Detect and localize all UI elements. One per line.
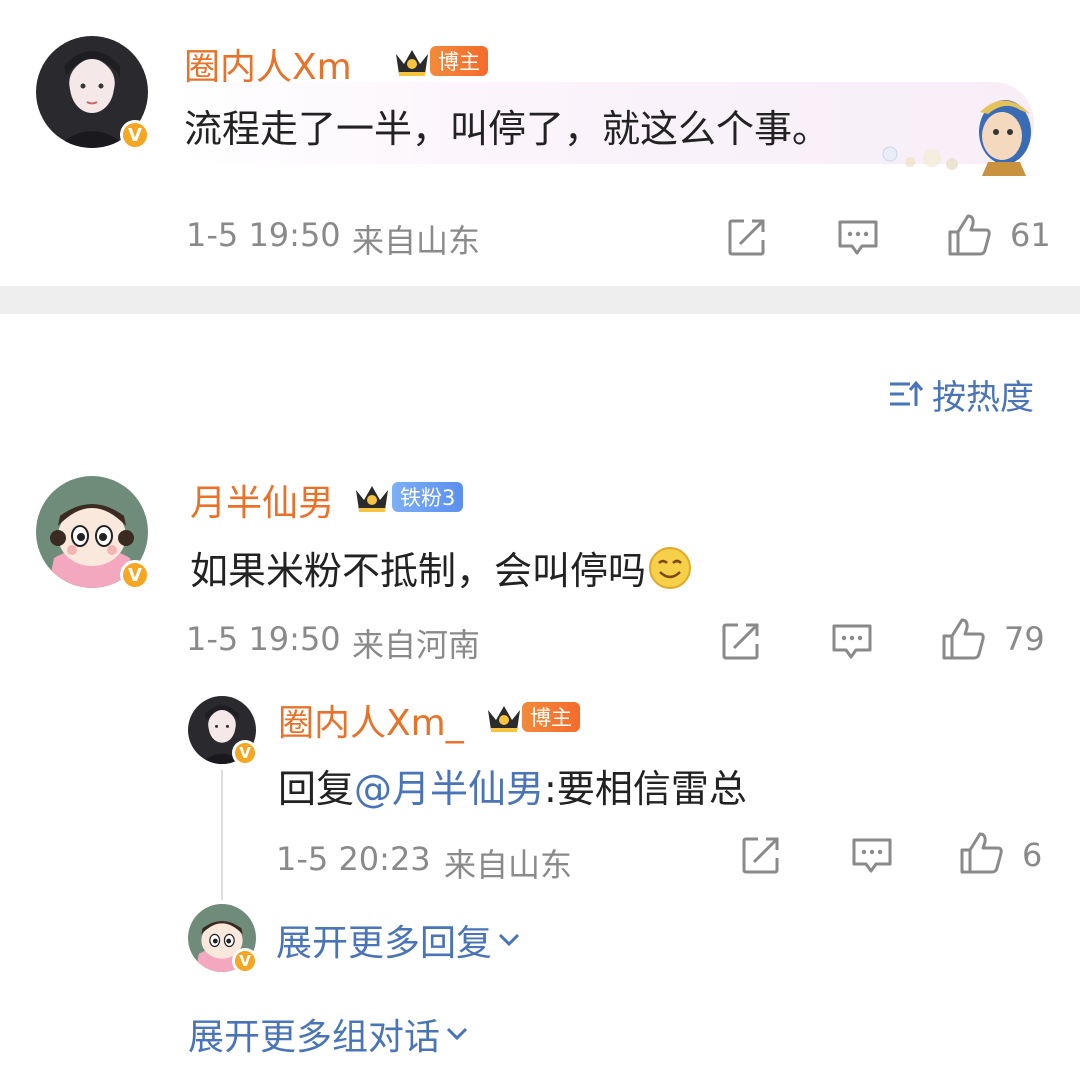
like-count: 6	[1022, 836, 1043, 874]
blogger-badge: 博主	[522, 702, 580, 732]
share-icon[interactable]	[740, 834, 782, 876]
share-icon[interactable]	[726, 216, 768, 258]
verified-badge-icon: V	[120, 560, 150, 590]
expand-more-replies-label: 展开更多回复	[276, 923, 493, 964]
comment-icon[interactable]	[836, 216, 880, 258]
comment-text: 流程走了一半，叫停了，就这么个事。	[184, 107, 831, 151]
like-icon[interactable]	[958, 830, 1004, 876]
comment-location: 来自山东	[352, 222, 481, 260]
like-icon[interactable]	[940, 616, 986, 662]
expand-more-groups-label: 展开更多组对话	[188, 1017, 441, 1058]
like-icon[interactable]	[946, 212, 992, 258]
username[interactable]: 月半仙男	[190, 474, 334, 526]
sort-icon	[890, 380, 924, 406]
comment-icon[interactable]	[850, 834, 894, 876]
reply-content: :要相信雷总	[544, 767, 747, 811]
like-count: 79	[1004, 620, 1045, 658]
expand-more-groups[interactable]: 展开更多组对话	[188, 1008, 470, 1060]
avatar[interactable]: V	[188, 696, 258, 766]
share-icon[interactable]	[720, 620, 762, 662]
smile-emoji-icon	[649, 546, 692, 589]
avatar[interactable]: V	[188, 904, 258, 974]
avatar[interactable]: V	[36, 476, 150, 590]
reply-prefix: 回复	[278, 767, 355, 811]
verified-badge-icon: V	[232, 948, 258, 974]
mention-link[interactable]: @月半仙男	[354, 767, 544, 811]
username[interactable]: 圈内人Xm_	[278, 694, 464, 746]
reply-text: 回复@月半仙男:要相信雷总	[278, 758, 747, 813]
thread-line	[221, 770, 223, 900]
section-divider	[0, 286, 1080, 314]
sort-label: 按热度	[932, 377, 1034, 418]
comment-location: 来自山东	[444, 846, 573, 884]
crown-icon	[396, 50, 428, 76]
blogger-badge: 博主	[430, 46, 488, 76]
comment-time: 1-5 20:23	[276, 840, 431, 878]
comment-text-content: 如果米粉不抵制，会叫停吗	[190, 549, 647, 593]
fan-level-badge: 铁粉3	[392, 482, 464, 512]
chevron-down-icon	[446, 1027, 468, 1041]
verified-badge-icon: V	[120, 120, 150, 150]
crown-icon	[488, 706, 520, 732]
comment-icon[interactable]	[830, 620, 874, 662]
avatar[interactable]: V	[36, 36, 150, 150]
like-count: 61	[1010, 216, 1051, 254]
expand-more-replies[interactable]: 展开更多回复	[276, 914, 522, 966]
sort-toggle[interactable]: 按热度	[888, 372, 1034, 418]
comment-time: 1-5 19:50	[186, 620, 341, 658]
comment-time: 1-5 19:50	[186, 216, 341, 254]
bubble-decoration-icon	[882, 100, 1031, 176]
verified-badge-icon: V	[232, 740, 258, 766]
comment-text: 如果米粉不抵制，会叫停吗	[190, 540, 692, 595]
comment-location: 来自河南	[352, 626, 481, 664]
crown-icon	[356, 486, 388, 512]
chevron-down-icon	[498, 933, 520, 947]
